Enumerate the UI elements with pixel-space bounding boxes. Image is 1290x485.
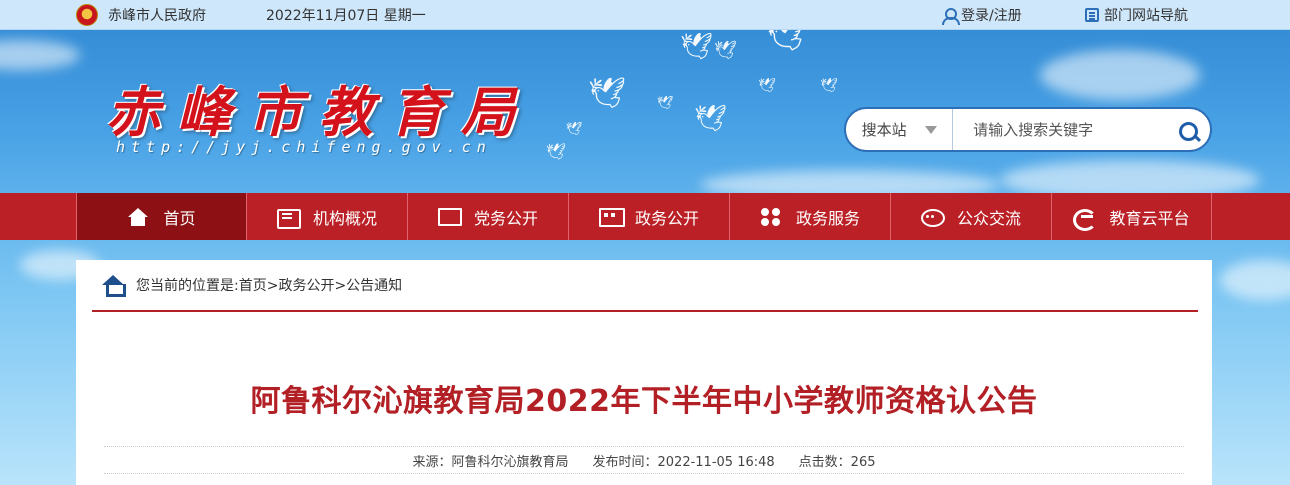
nav-item-gov[interactable]: 政务公开 <box>568 193 729 240</box>
monitor-icon <box>437 207 462 226</box>
search-input[interactable] <box>953 109 1168 150</box>
nav-item-label: 公众交流 <box>956 208 1021 228</box>
search-box: 搜本站 <box>844 107 1212 152</box>
gov-name[interactable]: 赤峰市人民政府 <box>108 5 206 25</box>
org-icon <box>276 208 301 229</box>
nav-item-label: 党务公开 <box>473 208 538 228</box>
article-meta: 来源：阿鲁科尔沁旗教育局 发布时间：2022-11-05 16:48 点击数：2… <box>104 446 1184 474</box>
search-scope-select[interactable]: 搜本站 <box>846 109 954 150</box>
nav-item-party[interactable]: 党务公开 <box>407 193 568 240</box>
nav-item-label: 政务服务 <box>795 208 860 228</box>
nav-item-label: 机构概况 <box>312 208 377 228</box>
national-emblem-icon <box>76 4 98 26</box>
article-title: 阿鲁科尔沁旗教育局2022年下半年中小学教师资格认公告 <box>250 384 1038 419</box>
top-bar: 赤峰市人民政府 2022年11月07日 星期一 登录/注册 部门网站导航 <box>0 0 1290 30</box>
gov-icon <box>598 207 625 227</box>
login-label[interactable]: 登录/注册 <box>961 5 1022 25</box>
main-nav: 首页 机构概况 党务公开 政务公开 政务服务 公众交流 教育云平台 <box>0 193 1290 240</box>
nav-item-label: 首页 <box>163 208 196 228</box>
home-icon <box>127 207 149 226</box>
nav-item-label: 教育云平台 <box>1109 208 1190 228</box>
current-date: 2022年11月07日 星期一 <box>266 8 426 24</box>
article-clicks: 点击数：265 <box>798 454 876 470</box>
dept-nav-link[interactable]: 部门网站导航 <box>1085 5 1188 25</box>
article-source: 来源：阿鲁科尔沁旗教育局 <box>412 454 569 470</box>
chevron-down-icon <box>924 125 937 134</box>
chat-icon <box>920 208 945 227</box>
nav-item-cloud[interactable]: 教育云平台 <box>1051 193 1212 240</box>
content-panel: 您当前的位置是:首页>政务公开>公告通知 阿鲁科尔沁旗教育局2022年下半年中小… <box>76 260 1212 485</box>
grid-icon <box>760 207 782 226</box>
dept-nav-label[interactable]: 部门网站导航 <box>1104 5 1188 25</box>
login-link[interactable]: 登录/注册 <box>942 5 1022 25</box>
nav-item-home[interactable]: 首页 <box>76 193 246 240</box>
nav-item-service[interactable]: 政务服务 <box>729 193 890 240</box>
nav-item-public[interactable]: 公众交流 <box>890 193 1051 240</box>
list-icon <box>1085 8 1099 22</box>
breadcrumb-text[interactable]: 您当前的位置是:首页>政务公开>公告通知 <box>136 275 402 295</box>
home-icon <box>102 275 126 297</box>
cloud-icon <box>1073 208 1098 231</box>
nav-item-label: 政务公开 <box>634 208 699 228</box>
search-scope-label: 搜本站 <box>861 121 907 139</box>
user-icon <box>942 7 960 25</box>
nav-item-org[interactable]: 机构概况 <box>246 193 407 240</box>
breadcrumb: 您当前的位置是:首页>政务公开>公告通知 <box>92 260 1198 312</box>
site-url: http://jyj.chifeng.gov.cn <box>116 138 492 156</box>
article-publish-time: 发布时间：2022-11-05 16:48 <box>592 454 775 470</box>
site-logo-title[interactable]: 赤峰市教育局 <box>106 68 532 147</box>
search-icon[interactable] <box>1167 109 1210 150</box>
